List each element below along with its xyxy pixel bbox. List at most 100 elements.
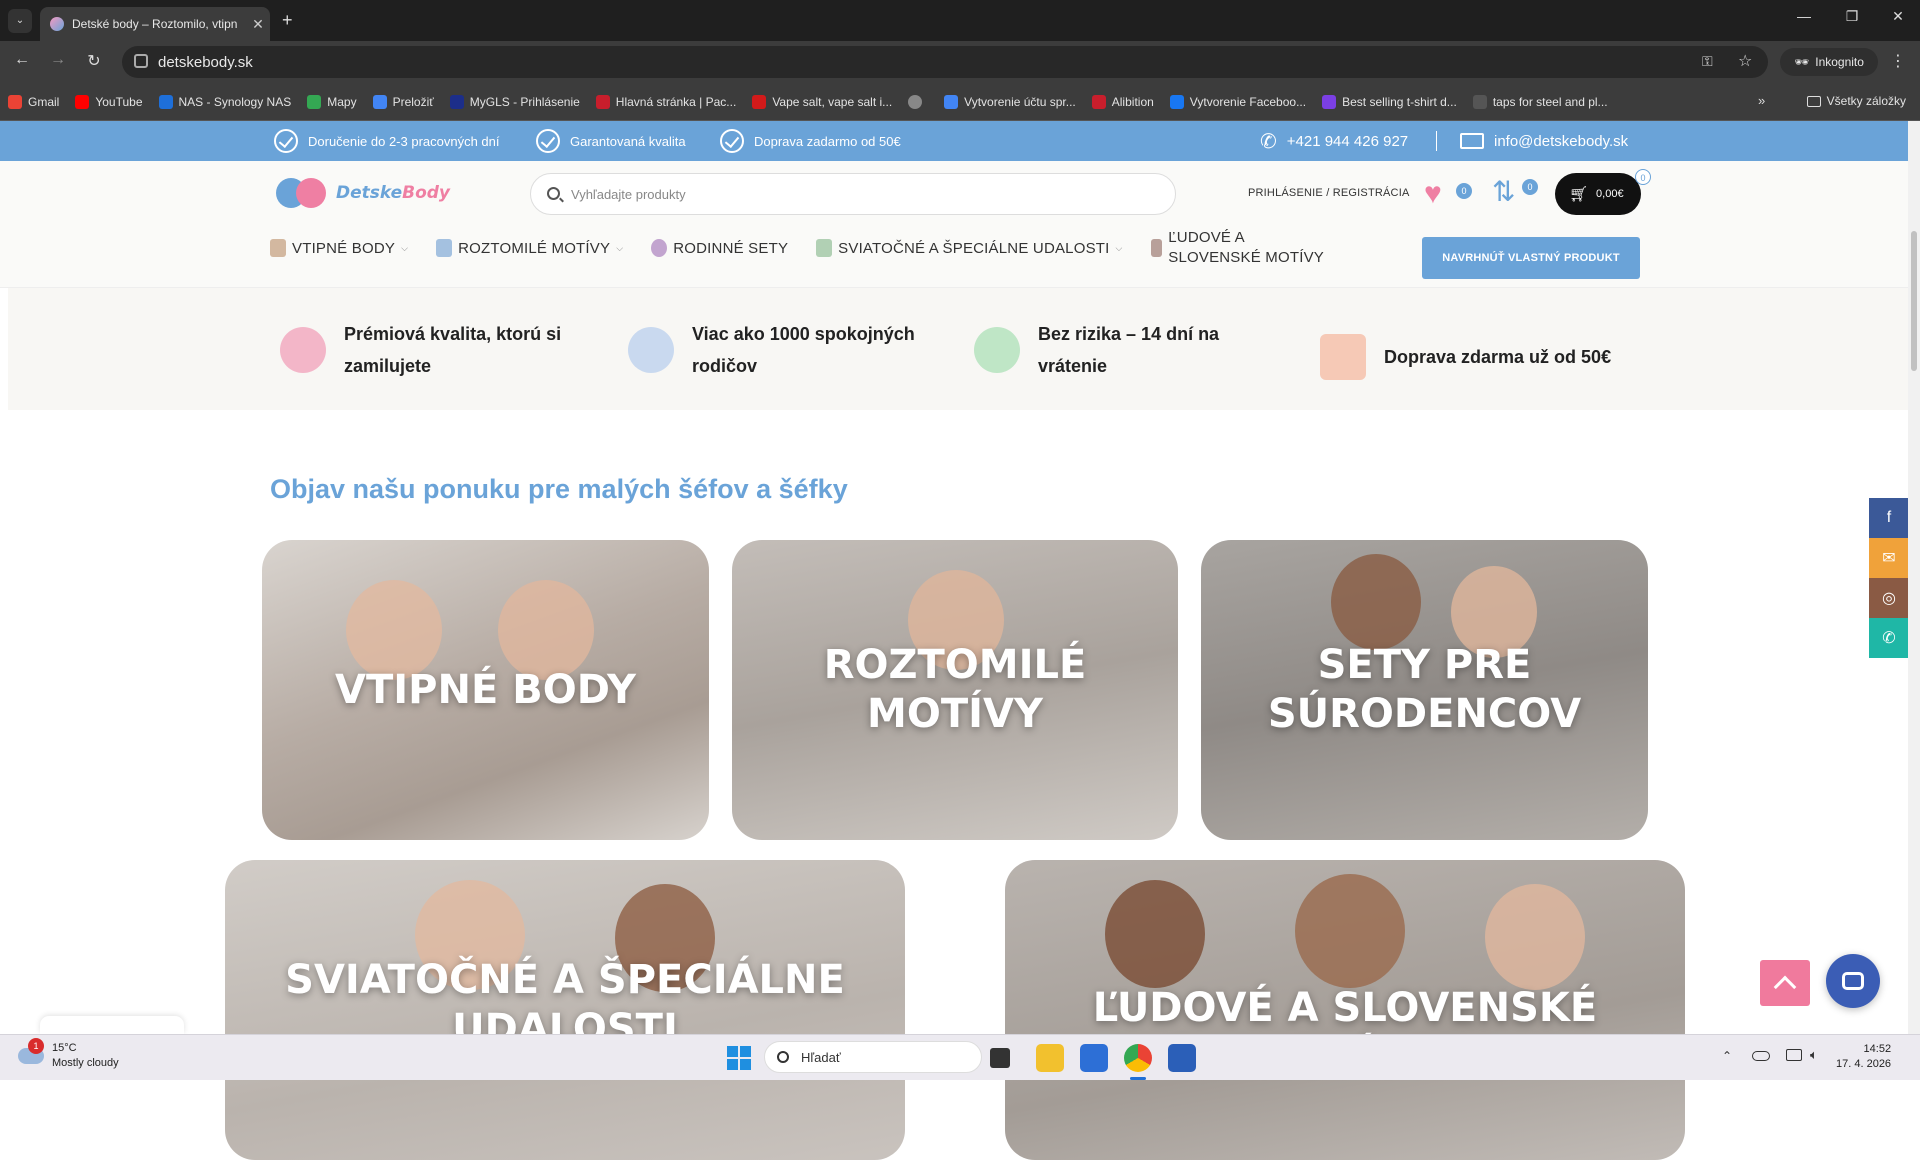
taskbar-search[interactable]: Hľadať <box>764 1041 982 1073</box>
more-bookmarks-icon[interactable]: » <box>1758 93 1765 108</box>
menu-item-roztomile-motivy[interactable]: Roztomilé motívy ⌵ <box>436 239 623 257</box>
bookmark-item[interactable]: Alibition <box>1091 94 1154 109</box>
wishlist-button[interactable]: ♥ 0 <box>1422 175 1472 215</box>
tray-chevron-up-icon[interactable]: ⌃ <box>1722 1049 1732 1063</box>
whatsapp-icon[interactable]: ✆ <box>1869 618 1909 658</box>
bookmark-item[interactable]: Preložiť <box>372 94 434 109</box>
facebook-icon[interactable]: f <box>1869 498 1909 538</box>
compare-button[interactable]: ⇅ 0 <box>1488 171 1538 217</box>
bookmark-favicon-icon <box>8 94 22 109</box>
page-scrollbar[interactable] <box>1908 121 1920 1034</box>
start-button[interactable] <box>727 1046 751 1070</box>
email-link[interactable]: info@detskebody.sk <box>1460 121 1628 161</box>
bookmark-favicon-icon <box>158 94 173 109</box>
onedrive-icon[interactable] <box>1752 1051 1770 1061</box>
heart-icon: ♥ <box>1424 177 1442 210</box>
bookmark-star-icon[interactable]: ☆ <box>1738 51 1752 71</box>
store-icon[interactable] <box>1080 1044 1108 1072</box>
search-icon <box>777 1051 789 1063</box>
browser-menu-button[interactable]: ⋮ <box>1886 51 1910 71</box>
bookmark-favicon-icon <box>1472 94 1487 109</box>
bookmark-item[interactable]: Hlavná stránka | Pac... <box>595 94 736 109</box>
clock-time: 14:52 <box>1863 1043 1892 1055</box>
all-bookmarks-button[interactable]: Všetky záložky <box>1806 94 1906 108</box>
weather-desc: Mostly cloudy <box>52 1057 119 1069</box>
child-face <box>1485 884 1585 990</box>
weather-widget[interactable]: 1 15°C Mostly cloudy <box>18 1038 119 1071</box>
category-label: ROZTOMILÉ MOTÍVY <box>823 642 1087 737</box>
menu-item-rodinne-sety[interactable]: Rodinné sety <box>651 239 788 257</box>
menu-item-label: Sviatočné a špeciálne udalosti <box>838 239 1110 257</box>
category-card-roztomile-motivy[interactable]: ROZTOMILÉ MOTÍVY <box>732 540 1178 840</box>
menu-item-ludove[interactable]: Ľudové a slovenské motívy <box>1150 228 1341 268</box>
bookmark-item[interactable]: MyGLS - Prihlásenie <box>449 94 580 109</box>
forward-button[interactable]: → <box>46 51 70 69</box>
check-icon <box>536 129 560 153</box>
bookmark-favicon-icon <box>1169 94 1184 109</box>
cookie-widget[interactable] <box>40 1016 184 1034</box>
bookmark-item[interactable]: Mapy <box>307 94 357 109</box>
strip-delivery: Doručenie do 2-3 pracovných dní <box>274 121 500 161</box>
chat-button[interactable] <box>1826 954 1880 1008</box>
incognito-indicator[interactable]: 🕶 Inkognito <box>1780 48 1878 76</box>
bookmark-item[interactable]: Vape salt, vape salt i... <box>752 94 892 109</box>
file-explorer-icon[interactable] <box>1036 1044 1064 1072</box>
new-tab-button[interactable]: + <box>282 10 293 31</box>
scrollbar-thumb[interactable] <box>1911 231 1917 371</box>
menu-item-label: Vtipné body <box>292 239 396 257</box>
category-card-sety-pre-surodencov[interactable]: SETY PRE SÚRODENCOV <box>1201 540 1648 840</box>
minimize-button[interactable]: — <box>1784 8 1824 24</box>
bookmark-item[interactable]: Gmail <box>8 94 59 109</box>
bookmark-item[interactable]: YouTube <box>75 94 143 109</box>
check-icon <box>274 129 298 153</box>
url-field[interactable]: detskebody.sk ⚿ ☆ <box>122 46 1768 78</box>
restore-button[interactable]: ❐ <box>1832 8 1872 25</box>
search-input[interactable]: Vyhľadajte produkty <box>530 173 1176 215</box>
clock[interactable]: 14:52 17. 4. 2026 <box>1836 1042 1891 1072</box>
task-view-icon[interactable] <box>990 1048 1010 1068</box>
bookmark-item[interactable]: Best selling t-shirt d... <box>1322 94 1457 109</box>
volume-icon[interactable]: 🔈︎ <box>1810 1047 1818 1063</box>
bookmark-item[interactable]: Vytvorenie Faceboo... <box>1169 94 1306 109</box>
category-card-sviatocne[interactable]: SVIATOČNÉ A ŠPECIÁLNE UDALOSTI <box>225 860 905 1160</box>
bookmarks-bar: Gmail YouTube NAS - Synology NAS Mapy Prelož… <box>0 83 1920 121</box>
email-icon[interactable]: ✉ <box>1869 538 1909 578</box>
site-logo[interactable]: DetskeBody <box>274 170 464 215</box>
reload-button[interactable]: ↻ <box>82 51 106 71</box>
bookmark-item[interactable] <box>908 94 928 109</box>
weather-alert-badge: 1 <box>28 1038 44 1054</box>
password-key-icon[interactable]: ⚿ <box>1702 53 1713 70</box>
design-product-button[interactable]: NAVRHNÚŤ VLASTNÝ PRODUKT <box>1422 237 1640 279</box>
bookmark-item[interactable]: Vytvorenie účtu spr... <box>944 94 1076 109</box>
tab-search-button[interactable]: ⌄ <box>8 9 32 33</box>
category-card-ludove[interactable]: ĽUDOVÉ A SLOVENSKÉ MOTÍVY <box>1005 860 1685 1160</box>
close-tab-icon[interactable]: ✕ <box>246 16 270 33</box>
word-icon[interactable] <box>1168 1044 1196 1072</box>
package-icon <box>1320 334 1366 380</box>
network-icon[interactable] <box>1786 1049 1802 1061</box>
info-strip: Doručenie do 2-3 pracovných dní Garantov… <box>0 121 1908 161</box>
browser-tab[interactable]: Detské body – Roztomilo, vtipn ✕ <box>40 7 270 41</box>
bookmark-favicon-icon <box>752 94 767 109</box>
category-card-vtipne-body[interactable]: VTIPNÉ BODY <box>262 540 709 840</box>
all-bookmarks-label: Všetky záložky <box>1826 94 1906 108</box>
instagram-icon[interactable]: ◎ <box>1869 578 1909 618</box>
menu-item-vtipne-body[interactable]: Vtipné body ⌵ <box>270 239 408 257</box>
cart-button[interactable]: 🛒︎ 0,00€ 0 <box>1555 169 1651 215</box>
close-window-button[interactable]: ✕ <box>1878 8 1918 25</box>
bookmark-item[interactable]: taps for steel and pl... <box>1472 94 1608 109</box>
logo-bears-icon <box>274 172 332 214</box>
phone-link[interactable]: ✆ +421 944 426 927 <box>1260 121 1408 161</box>
chevron-down-icon: ⌵ <box>1115 242 1123 253</box>
phone-icon: ✆ <box>1260 130 1277 153</box>
chrome-icon[interactable] <box>1124 1044 1152 1072</box>
feature-shipping: Doprava zdarma už od 50€ <box>1320 334 1611 380</box>
bookmark-item[interactable]: NAS - Synology NAS <box>158 94 291 109</box>
back-button[interactable]: ← <box>10 51 34 69</box>
login-link[interactable]: PRIHLÁSENIE / REGISTRÁCIA <box>1248 187 1409 199</box>
return-icon <box>974 327 1020 373</box>
site-info-icon[interactable] <box>134 54 148 68</box>
bookmark-favicon-icon <box>595 94 610 109</box>
scroll-to-top-button[interactable] <box>1760 960 1810 1006</box>
menu-item-sviatocne[interactable]: Sviatočné a špeciálne udalosti ⌵ <box>816 239 1122 257</box>
